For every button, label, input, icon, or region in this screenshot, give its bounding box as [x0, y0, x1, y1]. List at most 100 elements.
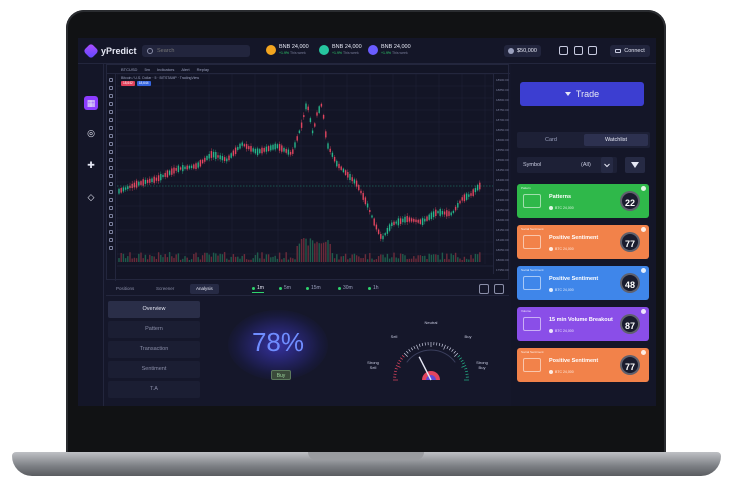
search-input[interactable] — [157, 48, 247, 54]
drawing-tool-icon[interactable] — [109, 78, 113, 82]
price-tick: 18600.00 — [496, 138, 509, 142]
price-tick: 18750.00 — [496, 108, 509, 112]
diamond-icon[interactable]: ◇ — [84, 190, 98, 204]
drawing-tool-icon[interactable] — [109, 94, 113, 98]
price-tick: 18350.00 — [496, 188, 509, 192]
expand-icon[interactable] — [494, 284, 504, 294]
chevron-down-icon[interactable] — [601, 157, 613, 173]
minimize-icon[interactable] — [479, 284, 489, 294]
card-title: Positive Sentiment — [549, 358, 599, 364]
tab-watchlist[interactable]: Watchlist — [584, 134, 648, 146]
trade-button[interactable]: Trade — [520, 82, 644, 106]
search-box[interactable] — [142, 45, 250, 57]
plugin-icon[interactable]: ✚ — [84, 158, 98, 172]
price-tick: 18150.00 — [496, 228, 509, 232]
ticker-1[interactable]: BNB 24,000 +1.9% This week — [266, 44, 309, 56]
drawing-tool-icon[interactable] — [109, 190, 113, 194]
coin-icon — [549, 329, 553, 333]
signal-card[interactable]: Social Sentiment Positive Sentiment BTC 24… — [517, 225, 649, 259]
drawing-tool-icon[interactable] — [109, 238, 113, 242]
buy-price-box[interactable]: 18,644 — [136, 81, 151, 86]
drawing-tool-icon[interactable] — [109, 166, 113, 170]
gauge-label-strong-buy: Strong Buy — [476, 360, 488, 370]
tab-card[interactable]: Card — [519, 134, 583, 146]
candlestick-chart[interactable] — [117, 74, 493, 279]
chat-icon[interactable] — [588, 46, 597, 55]
card-illustration-icon — [523, 235, 541, 249]
ticker-period: This week — [289, 51, 306, 55]
drawing-tool-icon[interactable] — [109, 142, 113, 146]
drawing-tool-icon[interactable] — [109, 174, 113, 178]
card-tag: Social Sentiment — [521, 350, 544, 354]
coin-icon — [549, 206, 553, 210]
dashboard-icon[interactable]: ▦ — [84, 96, 98, 110]
drawing-tool-icon[interactable] — [109, 150, 113, 154]
fullscreen-icon[interactable] — [559, 46, 568, 55]
signal-card[interactable]: Pattern Patterns BTC 24,000 22 — [517, 184, 649, 218]
drawing-tool-icon[interactable] — [109, 246, 113, 250]
ticker-2[interactable]: BNB 24,000 +1.9% This week — [319, 44, 362, 56]
sell-price-box[interactable]: 18,642 — [121, 81, 135, 86]
drawing-tool-icon[interactable] — [109, 206, 113, 210]
ticker-3[interactable]: BNB 24,000 +1.9% This week — [368, 44, 411, 56]
price-tick: 18450.00 — [496, 168, 509, 172]
info-icon[interactable] — [641, 227, 646, 232]
replay-button[interactable]: Replay — [197, 67, 209, 72]
info-icon[interactable] — [641, 350, 646, 355]
price-chart-panel[interactable]: BTCUSD 5m Indicators Alert Replay Bitcoi… — [106, 64, 510, 281]
symbol-filter-label: Symbol — [523, 162, 542, 168]
info-icon[interactable] — [641, 186, 646, 191]
info-icon[interactable] — [641, 268, 646, 273]
drawing-tool-icon[interactable] — [109, 102, 113, 106]
drawing-tool-icon[interactable] — [109, 182, 113, 186]
tab-screener[interactable]: Screener — [150, 284, 180, 294]
card-subtitle: BTC 24,000 — [549, 370, 574, 374]
indicators-button[interactable]: Indicators — [157, 67, 174, 72]
price-tick: 18650.00 — [496, 128, 509, 132]
card-illustration-icon — [523, 358, 541, 372]
timeframe-15m[interactable]: 15m — [306, 285, 321, 291]
wallet-balance[interactable]: $50,000 — [504, 45, 541, 57]
timeframe-label: 5m — [284, 285, 291, 291]
notifications-icon[interactable] — [574, 46, 583, 55]
analytics-icon[interactable]: ◎ — [84, 126, 98, 140]
drawing-tool-icon[interactable] — [109, 230, 113, 234]
brand[interactable]: yPredict — [83, 43, 137, 59]
drawing-tool-icon[interactable] — [109, 214, 113, 218]
card-price: BTC 24,000 — [555, 247, 574, 251]
drawing-tool-icon[interactable] — [109, 110, 113, 114]
timeframe-1h[interactable]: 1h — [368, 285, 379, 291]
timeframe-1m[interactable]: 1m — [252, 285, 264, 293]
menu-sentiment[interactable]: Sentiment — [108, 361, 200, 378]
menu-ta[interactable]: T.A — [108, 381, 200, 398]
info-icon[interactable] — [641, 309, 646, 314]
price-tick: 18800.00 — [496, 98, 509, 102]
drawing-tool-icon[interactable] — [109, 126, 113, 130]
drawing-tool-icon[interactable] — [109, 158, 113, 162]
drawing-tool-icon[interactable] — [109, 86, 113, 90]
price-tick: 18400.00 — [496, 178, 509, 182]
menu-transaction[interactable]: Transaction — [108, 341, 200, 358]
right-panel: Trade Card Watchlist Symbol (All) Patter… — [511, 64, 656, 406]
timeframe-5m[interactable]: 5m — [279, 285, 291, 291]
alert-button[interactable]: Alert — [181, 67, 189, 72]
connect-button[interactable]: Connect — [610, 45, 650, 57]
signal-card[interactable]: Social Sentiment Positive Sentiment BTC 24… — [517, 266, 649, 300]
brand-logo-icon — [83, 43, 99, 59]
tab-analysis[interactable]: Analysis — [190, 284, 219, 294]
signal-card[interactable]: Volume 15 min Volume Breakout BTC 24,000 87 — [517, 307, 649, 341]
chart-symbol[interactable]: BTCUSD — [121, 67, 137, 72]
signal-card[interactable]: Social Sentiment Positive Sentiment BTC 24… — [517, 348, 649, 382]
tab-positions[interactable]: Positions — [110, 284, 140, 294]
filter-button[interactable] — [625, 157, 645, 173]
timeframe-30m[interactable]: 30m — [338, 285, 353, 291]
drawing-tool-icon[interactable] — [109, 118, 113, 122]
left-sidebar: ▦ ◎ ✚ ◇ — [78, 64, 104, 406]
menu-overview[interactable]: Overview — [108, 301, 200, 318]
chart-interval[interactable]: 5m — [144, 67, 150, 72]
menu-pattern[interactable]: Pattern — [108, 321, 200, 338]
drawing-tool-icon[interactable] — [109, 198, 113, 202]
card-illustration-icon — [523, 276, 541, 290]
drawing-tool-icon[interactable] — [109, 134, 113, 138]
drawing-tool-icon[interactable] — [109, 222, 113, 226]
